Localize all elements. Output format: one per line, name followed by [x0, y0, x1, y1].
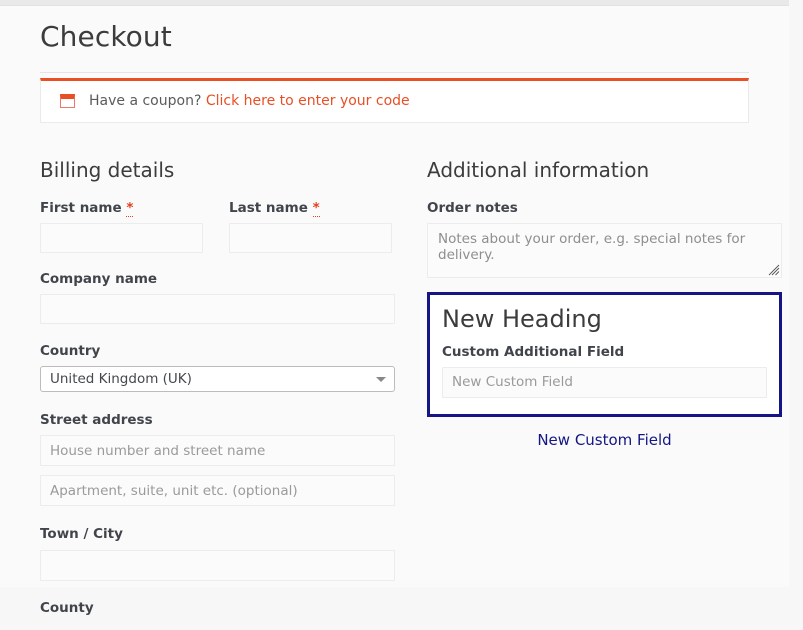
billing-details-column: Billing details First name * Last name: [40, 158, 395, 630]
street-address-field: Street address: [40, 412, 395, 506]
first-name-label-text: First name: [40, 200, 122, 216]
coupon-link[interactable]: Click here to enter your code: [206, 93, 410, 109]
chevron-down-icon: [376, 377, 386, 382]
title-divider: [40, 72, 749, 73]
checkout-page: Checkout Have a coupon? Click here to en…: [0, 6, 789, 587]
first-name-required-mark: *: [126, 200, 133, 217]
first-name-input[interactable]: [40, 223, 203, 253]
company-name-field: Company name: [40, 271, 395, 324]
order-notes-input[interactable]: [427, 223, 782, 278]
name-field-row: First name * Last name *: [40, 200, 395, 253]
order-notes-label: Order notes: [427, 200, 782, 216]
coupon-prompt: Have a coupon?: [89, 93, 201, 109]
street-address-line2-input[interactable]: [40, 475, 395, 506]
town-city-field: Town / City: [40, 526, 395, 580]
page-content: Checkout Have a coupon? Click here to en…: [0, 6, 789, 630]
street-address-label: Street address: [40, 412, 395, 428]
page-title: Checkout: [40, 6, 749, 72]
field-gap: [203, 200, 229, 253]
additional-section-title: Additional information: [427, 158, 782, 182]
custom-field-caption: New Custom Field: [427, 431, 782, 449]
order-notes-field: Order notes: [427, 200, 782, 278]
billing-section-title: Billing details: [40, 158, 395, 182]
country-select[interactable]: United Kingdom (UK): [40, 366, 395, 392]
first-name-label: First name *: [40, 200, 203, 216]
county-label: County: [40, 600, 395, 616]
coupon-text: Have a coupon? Click here to enter your …: [89, 94, 410, 108]
order-notes-area: [427, 223, 782, 278]
custom-additional-field-label: Custom Additional Field: [442, 344, 767, 360]
additional-information-column: Additional information Order notes New H…: [427, 158, 782, 630]
last-name-label: Last name *: [229, 200, 392, 216]
coupon-notice[interactable]: Have a coupon? Click here to enter your …: [40, 78, 749, 123]
street-address-line1-input[interactable]: [40, 435, 395, 466]
coupon-tag-icon: [60, 94, 75, 108]
town-city-label: Town / City: [40, 526, 395, 542]
country-label: Country: [40, 343, 395, 359]
country-field: Country United Kingdom (UK): [40, 343, 395, 392]
custom-block-heading: New Heading: [442, 305, 767, 334]
custom-additional-field-input[interactable]: [442, 367, 767, 398]
first-name-field: First name *: [40, 200, 203, 253]
company-name-input[interactable]: [40, 294, 395, 324]
last-name-field: Last name *: [229, 200, 392, 253]
company-name-label: Company name: [40, 271, 395, 287]
column-spacer: [395, 158, 427, 630]
custom-additional-field-box: New Heading Custom Additional Field: [427, 292, 782, 417]
country-selected-value: United Kingdom (UK): [50, 371, 192, 387]
county-field: County: [40, 600, 395, 616]
checkout-columns: Billing details First name * Last name: [40, 158, 749, 630]
town-city-input[interactable]: [40, 550, 395, 581]
last-name-required-mark: *: [313, 200, 320, 217]
page-right-gutter: [789, 0, 803, 587]
last-name-label-text: Last name: [229, 200, 308, 216]
last-name-input[interactable]: [229, 223, 392, 253]
